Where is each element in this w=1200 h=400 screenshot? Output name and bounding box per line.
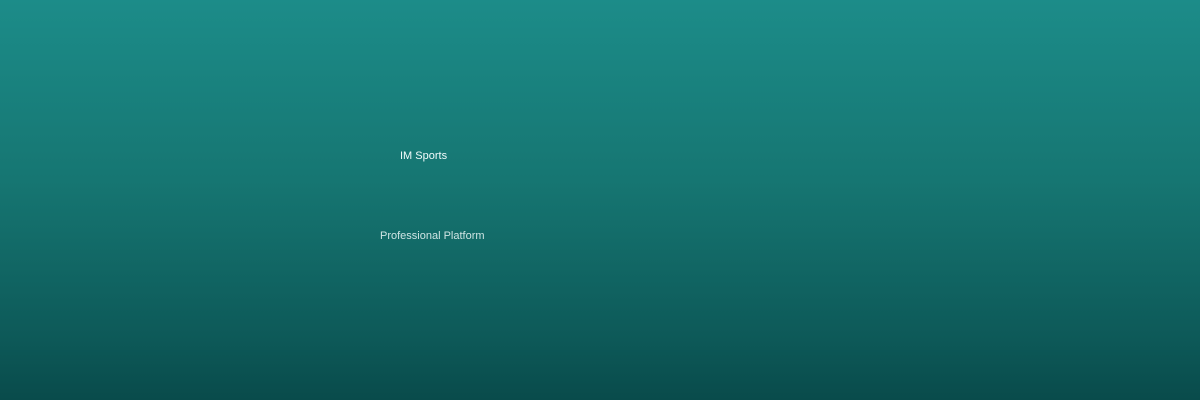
brand-title: IM Sports bbox=[400, 150, 448, 162]
hero-banner: IM Sports Professional Platform bbox=[0, 0, 1200, 400]
tagline: Professional Platform bbox=[380, 230, 485, 242]
